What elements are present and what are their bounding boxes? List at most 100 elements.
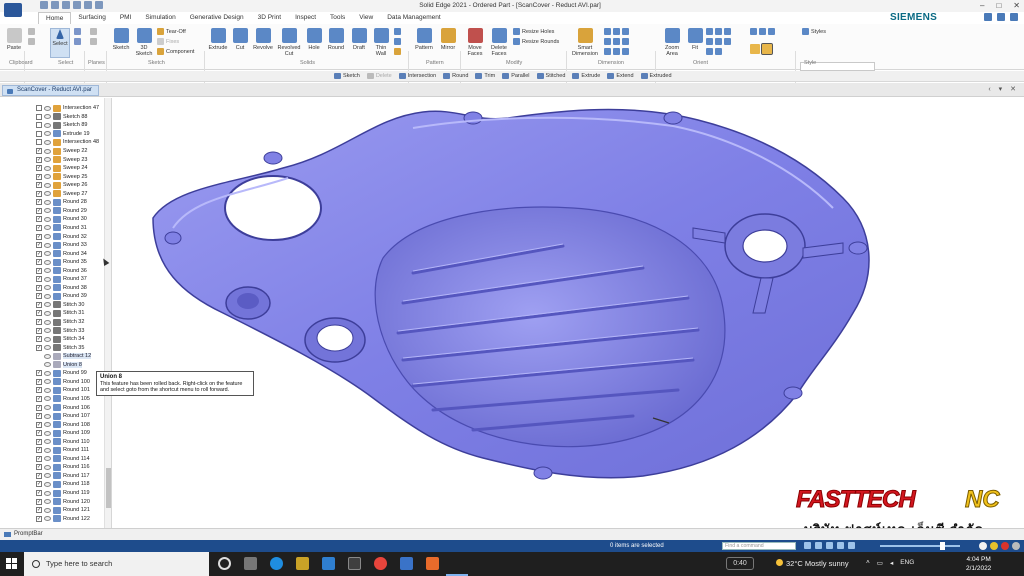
- feature-checkbox[interactable]: ✓: [36, 276, 42, 283]
- pathfinder-scrollbar[interactable]: [104, 98, 111, 528]
- cmd-stitched[interactable]: Stitched: [536, 73, 565, 79]
- feature-checkbox[interactable]: ✓: [36, 148, 42, 154]
- feature-checkbox[interactable]: ✓: [36, 404, 42, 411]
- mirror-button[interactable]: Mirror: [437, 28, 459, 51]
- status-tool-5-icon[interactable]: [848, 542, 855, 549]
- visibility-icon[interactable]: [44, 379, 51, 385]
- cmd-trim[interactable]: Trim: [475, 73, 495, 79]
- cmd-round[interactable]: Round: [443, 73, 468, 79]
- cut-button[interactable]: Cut: [231, 28, 249, 51]
- document-tab[interactable]: ScanCover - Reduct AVI.par: [2, 85, 99, 96]
- pathfinder-item[interactable]: ✓ Round 32: [36, 232, 87, 241]
- styles-button[interactable]: Styles: [802, 28, 826, 35]
- visibility-icon[interactable]: [44, 174, 51, 180]
- pathfinder-item[interactable]: ✓ Round 111: [36, 446, 89, 455]
- task-view-icon[interactable]: [244, 557, 257, 570]
- 3d-sketch-button[interactable]: 3D Sketch: [134, 28, 154, 57]
- visibility-icon[interactable]: [44, 139, 51, 145]
- view-tools-b[interactable]: [706, 38, 731, 45]
- feature-checkbox[interactable]: ✓: [36, 395, 42, 402]
- taskbar-search-input[interactable]: Type here to search: [24, 552, 209, 576]
- visibility-icon[interactable]: [44, 191, 51, 197]
- visibility-icon[interactable]: [44, 216, 51, 222]
- pathfinder-item[interactable]: Extrude 19: [36, 130, 90, 139]
- visibility-icon[interactable]: [44, 105, 51, 111]
- round-button[interactable]: Round: [325, 28, 347, 51]
- fit-button[interactable]: Fit: [686, 28, 704, 51]
- visibility-icon[interactable]: [44, 328, 51, 334]
- feature-checkbox[interactable]: ✓: [36, 199, 42, 206]
- visibility-icon[interactable]: [44, 507, 51, 513]
- pathfinder-item[interactable]: ✓ Round 29: [36, 207, 87, 216]
- visibility-icon[interactable]: [44, 165, 51, 171]
- pathfinder-item[interactable]: ✓ Round 33: [36, 241, 87, 250]
- select-button[interactable]: Select: [50, 28, 70, 58]
- visibility-icon[interactable]: [44, 481, 51, 487]
- visibility-icon[interactable]: [44, 413, 51, 419]
- feature-checkbox[interactable]: ✓: [36, 515, 42, 522]
- visibility-icon[interactable]: [44, 251, 51, 257]
- visibility-icon[interactable]: [44, 148, 51, 154]
- visibility-icon[interactable]: [44, 268, 51, 274]
- thin-wall-button[interactable]: Thin Wall: [371, 28, 391, 57]
- feature-checkbox[interactable]: ✓: [36, 173, 42, 180]
- pathfinder-item[interactable]: ✓ Sweep 26: [36, 181, 87, 190]
- tab-view[interactable]: View: [352, 12, 380, 24]
- visibility-icon[interactable]: [44, 319, 51, 325]
- pathfinder-item[interactable]: ✓ Stitch 34: [36, 335, 84, 344]
- cmd-sketch[interactable]: Sketch: [334, 73, 360, 79]
- pathfinder-item[interactable]: ✓ Sweep 25: [36, 172, 87, 181]
- pathfinder-item[interactable]: ✓ Round 121: [36, 506, 90, 515]
- feature-checkbox[interactable]: ✓: [36, 224, 42, 231]
- solid-edge-taskbar-icon[interactable]: [400, 557, 413, 570]
- cmd-delete[interactable]: Delete: [366, 73, 392, 79]
- recording-timer[interactable]: 0:40: [726, 557, 754, 570]
- network-icon[interactable]: ▭: [877, 559, 883, 567]
- tab-tools[interactable]: Tools: [323, 12, 352, 24]
- visibility-icon[interactable]: [44, 439, 51, 445]
- visibility-icon[interactable]: [44, 225, 51, 231]
- feature-checkbox[interactable]: ✓: [36, 267, 42, 274]
- feature-checkbox[interactable]: ✓: [36, 507, 42, 514]
- visibility-icon[interactable]: [44, 499, 51, 505]
- feature-checkbox[interactable]: ✓: [36, 190, 42, 197]
- tab-home[interactable]: Home: [38, 12, 72, 24]
- language-indicator[interactable]: ENG: [900, 559, 914, 567]
- resize-holes-button[interactable]: Resize Holes: [513, 28, 554, 35]
- layout-icon[interactable]: [984, 13, 992, 21]
- pathfinder-item[interactable]: ✓ Sweep 23: [36, 155, 87, 164]
- feature-checkbox[interactable]: ✓: [36, 182, 42, 189]
- feature-checkbox[interactable]: ✓: [36, 259, 42, 266]
- status-yellow-icon[interactable]: [990, 542, 998, 550]
- feature-checkbox[interactable]: ✓: [36, 387, 42, 394]
- visibility-icon[interactable]: [44, 456, 51, 462]
- select-option-b[interactable]: [74, 38, 81, 45]
- visibility-icon[interactable]: [44, 259, 51, 265]
- status-tool-1-icon[interactable]: [804, 542, 811, 549]
- dimension-tool-b[interactable]: [604, 38, 629, 45]
- feature-checkbox[interactable]: ✓: [36, 301, 42, 308]
- pathfinder-item[interactable]: ✓ Round 118: [36, 480, 90, 489]
- pathfinder-item[interactable]: ✓ Stitch 32: [36, 318, 84, 327]
- pathfinder-item[interactable]: ✓ Round 108: [36, 420, 90, 429]
- pathfinder-item[interactable]: ✓ Round 39: [36, 292, 87, 301]
- status-white-icon[interactable]: [979, 542, 987, 550]
- planes-b[interactable]: [90, 38, 97, 45]
- pathfinder-item[interactable]: ✓ Stitch 33: [36, 326, 84, 335]
- revolve-button[interactable]: Revolve: [252, 28, 274, 51]
- extrude-button[interactable]: Extrude: [207, 28, 229, 51]
- visibility-icon[interactable]: [44, 293, 51, 299]
- feature-checkbox[interactable]: ✓: [36, 498, 42, 505]
- visibility-icon[interactable]: [44, 370, 51, 376]
- pathfinder-item[interactable]: ✓ Sweep 27: [36, 190, 87, 199]
- redo-icon[interactable]: [95, 1, 103, 9]
- visibility-icon[interactable]: [44, 336, 51, 342]
- pathfinder-item[interactable]: ✓ Round 120: [36, 497, 90, 506]
- view-tools-a[interactable]: [706, 28, 731, 35]
- status-grey-icon[interactable]: [1012, 542, 1020, 550]
- feature-checkbox[interactable]: [36, 139, 42, 146]
- dimension-tool-a[interactable]: [604, 28, 629, 35]
- feature-checkbox[interactable]: ✓: [36, 293, 42, 300]
- file-explorer-icon[interactable]: [296, 557, 309, 570]
- prompt-bar-label[interactable]: PromptBar: [4, 531, 43, 537]
